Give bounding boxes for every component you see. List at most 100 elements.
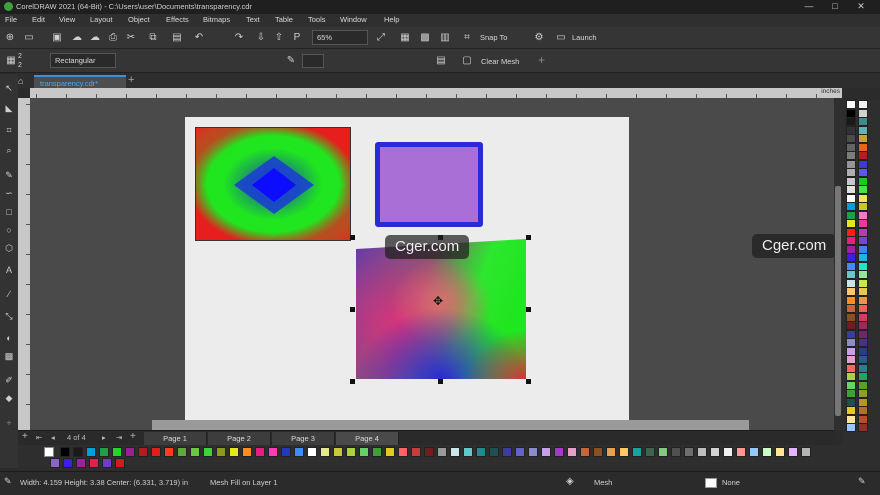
color-swatch[interactable] <box>216 447 226 457</box>
color-swatch[interactable] <box>858 423 868 432</box>
color-swatch[interactable] <box>203 447 213 457</box>
horizontal-scrollbar[interactable] <box>152 420 749 430</box>
selection-mode-dropdown[interactable]: Rectangular <box>50 53 116 68</box>
color-swatch[interactable] <box>294 447 304 457</box>
selection-handle[interactable] <box>350 307 355 312</box>
color-swatch[interactable] <box>437 447 447 457</box>
rectangle-tool-icon[interactable]: □ <box>3 206 15 218</box>
snap-icon[interactable]: ⌗ <box>460 31 474 45</box>
color-swatch[interactable] <box>580 447 590 457</box>
clear-mesh-button[interactable]: Clear Mesh <box>481 57 519 66</box>
tab-transparency[interactable]: transparency.cdr* <box>34 75 126 88</box>
undo-icon[interactable]: ↶ <box>192 31 206 45</box>
color-swatch[interactable] <box>115 458 125 468</box>
color-swatch[interactable] <box>489 447 499 457</box>
launch-icon[interactable]: ▭ <box>554 31 568 45</box>
freehand-tool-icon[interactable]: ✎ <box>3 169 15 181</box>
selection-handle[interactable] <box>526 379 531 384</box>
color-swatch[interactable] <box>710 447 720 457</box>
selection-handle[interactable] <box>526 307 531 312</box>
color-swatch[interactable] <box>372 447 382 457</box>
color-swatch[interactable] <box>632 447 642 457</box>
color-swatch[interactable] <box>255 447 265 457</box>
horizontal-ruler[interactable]: inches <box>30 88 842 98</box>
color-swatch[interactable] <box>73 447 83 457</box>
color-swatch[interactable] <box>528 447 538 457</box>
save-icon[interactable]: ▣ <box>50 31 64 45</box>
full-screen-icon[interactable]: ⤢ <box>374 31 388 45</box>
color-swatch[interactable] <box>502 447 512 457</box>
color-swatch[interactable] <box>242 447 252 457</box>
color-swatch[interactable] <box>450 447 460 457</box>
menu-window[interactable]: Window <box>340 15 367 24</box>
menu-file[interactable]: File <box>5 15 17 24</box>
cloud-download-icon[interactable]: ☁ <box>88 31 102 45</box>
add-tool-icon[interactable]: + <box>3 417 15 429</box>
snap-to-dropdown[interactable]: Snap To <box>480 33 507 42</box>
color-swatch[interactable] <box>102 458 112 468</box>
selection-handle[interactable] <box>438 379 443 384</box>
text-tool-icon[interactable]: A <box>3 264 15 276</box>
add-page-after-icon[interactable]: + <box>130 431 136 442</box>
menu-help[interactable]: Help <box>384 15 399 24</box>
color-swatch[interactable] <box>567 447 577 457</box>
color-swatch[interactable] <box>658 447 668 457</box>
next-page-icon[interactable]: ▸ <box>102 433 106 442</box>
mesh-fill-rectangle[interactable] <box>356 239 526 379</box>
menu-bitmaps[interactable]: Bitmaps <box>203 15 230 24</box>
color-swatch[interactable] <box>671 447 681 457</box>
color-swatch[interactable] <box>723 447 733 457</box>
color-swatch[interactable] <box>697 447 707 457</box>
drawing-canvas[interactable]: ✥ Cger.com Cger.com <box>30 98 834 430</box>
vertical-scrollbar-thumb[interactable] <box>835 186 841 416</box>
color-swatch[interactable] <box>151 447 161 457</box>
color-swatch[interactable] <box>268 447 278 457</box>
color-swatch[interactable] <box>411 447 421 457</box>
color-swatch[interactable] <box>398 447 408 457</box>
node-color-swatch[interactable] <box>302 54 324 68</box>
color-swatch[interactable] <box>736 447 746 457</box>
diamond-gradient-rectangle[interactable] <box>195 127 351 241</box>
color-swatch[interactable] <box>281 447 291 457</box>
tab-page-1[interactable]: Page 1 <box>144 432 207 445</box>
shape-tool-icon[interactable]: ◣ <box>3 102 15 114</box>
color-swatch[interactable] <box>125 447 135 457</box>
tab-page-2[interactable]: Page 2 <box>208 432 271 445</box>
mesh-columns-input[interactable]: 2 <box>18 53 22 60</box>
copy-icon[interactable]: ⧉ <box>146 31 160 45</box>
color-swatch[interactable] <box>593 447 603 457</box>
color-swatch[interactable] <box>86 447 96 457</box>
outline-none-icon[interactable] <box>705 478 717 488</box>
color-swatch[interactable] <box>76 458 86 468</box>
color-swatch[interactable] <box>515 447 525 457</box>
color-swatch[interactable] <box>164 447 174 457</box>
import-icon[interactable]: ⇩ <box>254 31 268 45</box>
eyedropper-tool-icon[interactable]: ✐ <box>3 374 15 386</box>
new-document-icon[interactable]: ⊕ <box>3 31 17 45</box>
first-page-icon[interactable]: ⇤ <box>36 433 42 442</box>
guidelines-icon[interactable]: ▥ <box>438 31 452 45</box>
color-swatch[interactable] <box>177 447 187 457</box>
zoom-level-dropdown[interactable]: 65% <box>312 30 368 45</box>
open-folder-icon[interactable]: ▭ <box>22 31 36 45</box>
menu-table[interactable]: Table <box>275 15 293 24</box>
drop-shadow-icon[interactable]: ◐ <box>3 332 15 344</box>
color-swatch[interactable] <box>385 447 395 457</box>
artistic-media-icon[interactable]: ∽ <box>3 187 15 199</box>
parallel-dimension-icon[interactable]: ∕ <box>3 288 15 300</box>
color-swatch[interactable] <box>359 447 369 457</box>
fill-indicator-icon[interactable]: ◈ <box>566 476 574 487</box>
color-swatch[interactable] <box>333 447 343 457</box>
color-swatch[interactable] <box>476 447 486 457</box>
transparency-tool-icon[interactable]: ▩ <box>3 350 15 362</box>
add-page-before-icon[interactable]: + <box>22 431 28 442</box>
color-swatch[interactable] <box>138 447 148 457</box>
color-swatch[interactable] <box>190 447 200 457</box>
prev-page-icon[interactable]: ◂ <box>51 433 55 442</box>
add-button[interactable]: + <box>538 53 545 67</box>
clear-mesh-icon[interactable]: ▢ <box>460 54 474 68</box>
color-swatch[interactable] <box>684 447 694 457</box>
menu-layout[interactable]: Layout <box>90 15 113 24</box>
grid-icon[interactable]: ▩ <box>418 31 432 45</box>
no-color-swatch[interactable] <box>44 447 54 457</box>
